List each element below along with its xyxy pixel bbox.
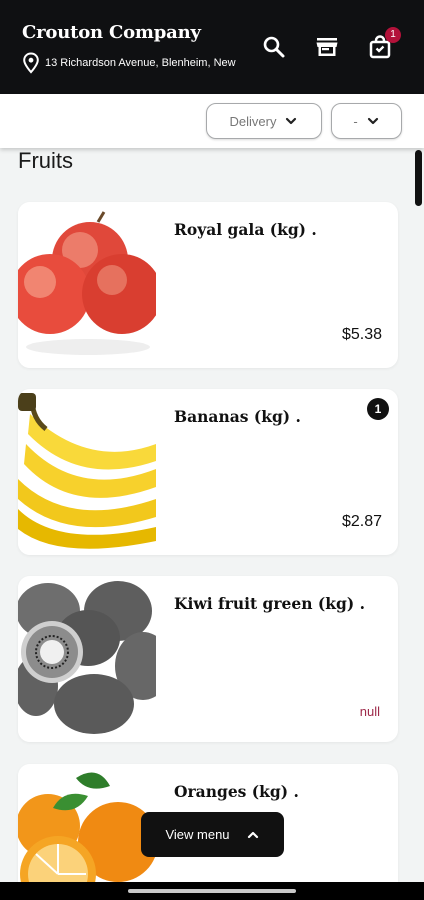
banana-image [18,389,156,555]
system-nav-bar [0,882,424,900]
orange-image [18,764,156,900]
product-price: $2.87 [341,513,382,530]
product-name: Bananas (kg) . [174,407,301,426]
address-text: 13 Richardson Avenue, Blenheim, New [45,57,236,69]
cart-quantity-badge: 1 [367,398,389,420]
view-menu-label: View menu [165,827,230,842]
product-name: Kiwi fruit green (kg) . [174,594,365,613]
app-header: Crouton Company 13 Richardson Avenue, Bl… [0,0,424,94]
chevron-down-icon [286,117,297,125]
product-name: Oranges (kg) . [174,782,299,801]
apple-image [18,202,156,368]
delivery-address[interactable]: 13 Richardson Avenue, Blenheim, New [22,52,248,74]
chevron-up-icon [247,831,258,838]
search-icon[interactable] [261,34,287,60]
secondary-value: - [353,113,358,129]
view-menu-button[interactable]: View menu [141,812,284,857]
company-name: Crouton Company [22,22,201,43]
product-card[interactable]: Bananas (kg) . 1 $2.87 [18,389,398,555]
filter-bar: Delivery - [0,94,424,148]
cart-count-badge: 1 [385,27,401,43]
secondary-dropdown[interactable]: - [331,103,402,139]
product-name: Royal gala (kg) . [174,220,317,239]
store-icon[interactable] [314,34,340,60]
scrollbar[interactable] [415,150,422,206]
product-card[interactable]: Royal gala (kg) . $5.38 [18,202,398,368]
location-pin-icon [23,52,39,74]
fulfilment-dropdown[interactable]: Delivery [206,103,322,139]
product-card[interactable]: Kiwi fruit green (kg) . null [18,576,398,742]
chevron-down-icon [367,117,378,125]
home-gesture-handle[interactable] [128,889,296,893]
fulfilment-value: Delivery [229,113,277,129]
kiwi-image [18,576,156,742]
product-price: null [359,704,380,719]
section-title: Fruits [18,148,73,173]
product-price: $5.38 [341,326,382,343]
